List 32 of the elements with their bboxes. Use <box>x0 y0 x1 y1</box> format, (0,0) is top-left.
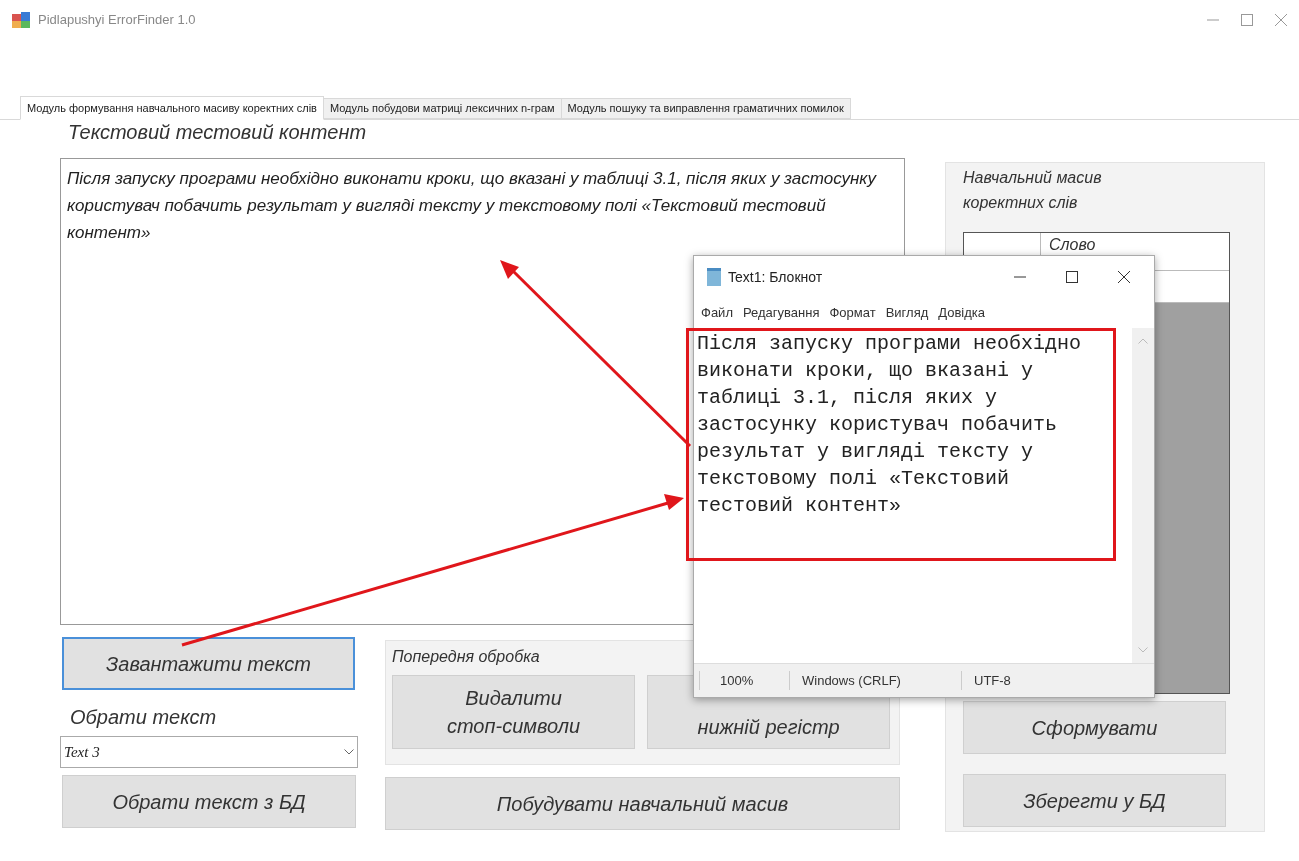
app-icon <box>12 12 30 28</box>
status-item: 100% <box>699 670 789 691</box>
tab[interactable]: Модуль побудови матриці лексичних n-грам <box>322 98 562 119</box>
menu-item[interactable]: Файл <box>701 303 733 323</box>
tab[interactable]: Модуль пошуку та виправлення граматичних помилок <box>560 98 851 119</box>
chevron-down-icon <box>344 749 354 755</box>
maximize-icon[interactable] <box>1066 271 1078 283</box>
build-array-button[interactable]: Побудувати навчальний масив <box>385 777 900 830</box>
scroll-up-icon[interactable] <box>1138 338 1148 344</box>
status-item: Windows (CRLF) <box>789 670 961 691</box>
notepad-icon <box>706 268 722 286</box>
select-from-db-button[interactable]: Обрати текст з БД <box>62 775 356 828</box>
scrollbar[interactable] <box>1132 328 1154 663</box>
text-select-dropdown[interactable]: Text 3 <box>60 736 358 768</box>
status-item: UTF-8 <box>961 670 1154 691</box>
column-header: Слово <box>1048 235 1097 255</box>
field-label: Обрати текст <box>69 705 218 730</box>
preprocess-button[interactable]: Видалити стоп-символи <box>392 675 635 749</box>
menu-item[interactable]: Формат <box>829 303 876 323</box>
menu-item[interactable]: Довідка <box>938 303 986 323</box>
field-label: Текстовий тестовий контент <box>67 120 368 145</box>
close-icon[interactable] <box>1118 271 1130 283</box>
array-button[interactable]: Зберегти у БД <box>963 774 1226 827</box>
menu-item[interactable]: Редагування <box>742 303 820 323</box>
window-title: Text1: Блокнот <box>728 267 823 287</box>
tab[interactable]: Модуль формування навчального масиву коректних слів <box>20 96 324 120</box>
group-title: Навчальний масив коректних слів <box>963 168 1103 213</box>
group-title: Попередня обробка <box>392 647 541 667</box>
window-title: Pidlapushyi ErrorFinder 1.0 <box>38 11 196 30</box>
scroll-down-icon[interactable] <box>1138 647 1148 653</box>
array-button[interactable]: Сформувати <box>963 701 1226 754</box>
load-text-button[interactable]: Завантажити текст <box>62 637 355 690</box>
